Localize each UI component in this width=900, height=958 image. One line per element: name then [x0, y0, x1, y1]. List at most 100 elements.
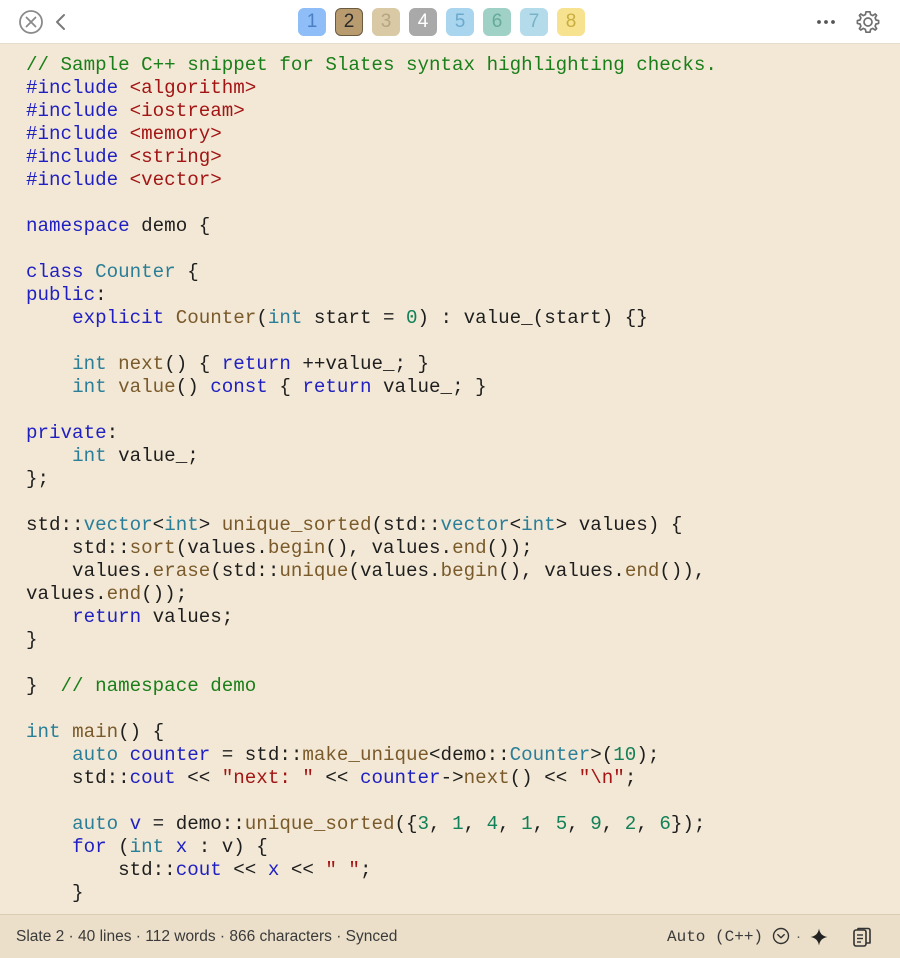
code-token: #include [26, 123, 130, 145]
tab-slate-1[interactable]: 1 [298, 8, 326, 36]
code-token: ()), [659, 560, 706, 582]
code-token: > values) { [555, 514, 683, 536]
code-token: << [221, 859, 268, 881]
code-token: std:: [26, 514, 84, 536]
code-token: main [72, 721, 119, 743]
code-token: <string> [129, 146, 222, 168]
gear-icon[interactable] [855, 9, 881, 35]
code-token: , [636, 813, 660, 835]
code-token: counter [129, 744, 211, 766]
code-line: } [26, 629, 717, 652]
code-token: (values. [175, 537, 268, 559]
code-token: , [601, 813, 625, 835]
slate-tabs: 12345678 [298, 8, 585, 36]
code-token: end [624, 560, 660, 582]
code-token: int [129, 836, 165, 858]
code-editor[interactable]: // Sample C++ snippet for Slates syntax … [0, 44, 900, 914]
code-token: start = [302, 307, 407, 329]
code-token: 2 [624, 813, 637, 835]
code-token: counter [359, 767, 441, 789]
code-line: auto v = demo::unique_sorted({3, 1, 4, 1… [26, 813, 717, 836]
sparkle-icon[interactable] [808, 926, 830, 948]
code-token: cout [129, 767, 176, 789]
code-token: // Sample C++ snippet for Slates syntax … [26, 54, 717, 76]
code-token: next [118, 353, 165, 375]
code-token: next [463, 767, 510, 789]
code-token: end [452, 537, 487, 559]
code-line: explicit Counter(int start = 0) : value_… [26, 307, 717, 330]
code-token: << [175, 767, 222, 789]
code-token: >( [590, 744, 614, 766]
code-token: end [106, 583, 142, 605]
code-token: ; [359, 859, 372, 881]
ellipsis-icon[interactable] [814, 9, 838, 35]
code-token: return [221, 353, 291, 375]
code-token: "\n" [578, 767, 625, 789]
code-token: 4 [486, 813, 499, 835]
code-token: // namespace demo [60, 675, 257, 697]
code-token: unique [279, 560, 349, 582]
code-token: vector [83, 514, 153, 536]
code-token: (std:: [210, 560, 280, 582]
code-line: for (int x : v) { [26, 836, 717, 859]
status-bar: Slate 2 · 40 lines · 112 words · 866 cha… [0, 914, 900, 958]
code-token: ); [636, 744, 660, 766]
code-token: int [72, 353, 107, 375]
tab-slate-5[interactable]: 5 [446, 8, 474, 36]
code-token: 3 [417, 813, 430, 835]
code-token: int [521, 514, 556, 536]
language-selector[interactable]: Auto (C++) [667, 928, 763, 946]
code-line: return values; [26, 606, 717, 629]
separator-dot: · [796, 928, 801, 945]
code-text[interactable]: // Sample C++ snippet for Slates syntax … [26, 54, 717, 905]
code-token: x [175, 836, 188, 858]
code-token: values; [141, 606, 234, 628]
tab-slate-6[interactable]: 6 [483, 8, 511, 36]
code-line: int value() const { return value_; } [26, 376, 717, 399]
code-token: () { [164, 353, 222, 375]
code-token: "next: " [221, 767, 314, 789]
copy-icon[interactable] [850, 926, 874, 950]
code-token: : [106, 422, 119, 444]
tab-slate-2[interactable]: 2 [335, 8, 363, 36]
status-text: Slate 2 · 40 lines · 112 words · 866 cha… [16, 928, 398, 945]
code-token: int [164, 514, 199, 536]
code-line: values.erase(std::unique(values.begin(),… [26, 560, 717, 583]
tab-slate-3[interactable]: 3 [372, 8, 400, 36]
code-token: auto [72, 744, 119, 766]
code-token: 0 [406, 307, 418, 329]
code-token: value_; [106, 445, 199, 467]
code-line: #include <memory> [26, 123, 717, 146]
code-token: std:: [26, 859, 176, 881]
code-token: () [175, 376, 211, 398]
tab-slate-7[interactable]: 7 [520, 8, 548, 36]
code-token: , [532, 813, 556, 835]
chevron-down-circle-icon[interactable] [771, 926, 791, 946]
code-token: make_unique [302, 744, 430, 766]
tab-slate-4[interactable]: 4 [409, 8, 437, 36]
chevron-left-icon[interactable] [52, 9, 70, 35]
code-token: return [302, 376, 372, 398]
code-token: std:: [26, 767, 130, 789]
code-token: << [279, 859, 326, 881]
code-line: } // namespace demo [26, 675, 717, 698]
code-token: (), values. [325, 537, 453, 559]
code-token: cout [175, 859, 222, 881]
code-line: std::cout << "next: " << counter->next()… [26, 767, 717, 790]
code-token: : [95, 284, 107, 306]
code-token: } [26, 675, 61, 697]
code-line: class Counter { [26, 261, 717, 284]
tab-slate-8[interactable]: 8 [557, 8, 585, 36]
code-token: } [26, 629, 38, 651]
close-circle-icon[interactable] [18, 9, 44, 35]
code-token: return [72, 606, 142, 628]
code-line: #include <iostream> [26, 100, 717, 123]
